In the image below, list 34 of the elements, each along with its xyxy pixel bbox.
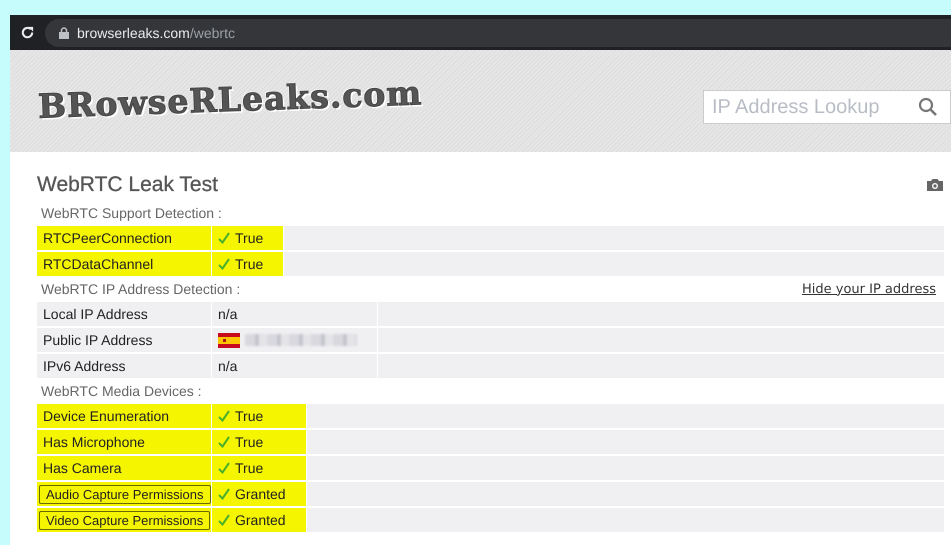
row-label: Has Microphone: [43, 434, 145, 450]
search-icon[interactable]: [918, 97, 938, 117]
row-value: True: [235, 460, 264, 476]
search-field[interactable]: IP Address Lookup: [703, 90, 951, 124]
row-value: True: [235, 434, 264, 450]
page-title: WebRTC Leak Test: [37, 173, 218, 197]
row-label: Has Camera: [43, 460, 122, 476]
section-title: WebRTC Support Detection :: [41, 205, 222, 221]
row-value: Granted: [235, 512, 286, 528]
site-logo[interactable]: BRowseRLeaks.com: [37, 72, 423, 126]
address-bar[interactable]: browserleaks.com/webrtc: [45, 18, 951, 46]
row-value: True: [235, 256, 264, 272]
flag-icon: [218, 332, 240, 348]
row-value: n/a: [218, 306, 238, 322]
section-title: WebRTC Media Devices :: [41, 383, 202, 399]
row-label: Video Capture Permissions: [39, 510, 210, 530]
row-label: RTCPeerConnection: [43, 230, 172, 246]
lock-icon: [59, 26, 69, 38]
row-value: True: [235, 230, 264, 246]
row-label: Device Enumeration: [43, 408, 170, 424]
url-host: browserleaks.com: [77, 24, 190, 40]
row-label: Local IP Address: [43, 306, 148, 322]
section-title: WebRTC IP Address Detection :: [41, 281, 240, 297]
row-label: RTCDataChannel: [43, 256, 154, 272]
row-value: n/a: [218, 358, 238, 374]
camera-icon[interactable]: [926, 178, 944, 192]
reload-icon[interactable]: [20, 25, 35, 40]
row-value: True: [235, 408, 264, 424]
url-path: /webrtc: [190, 24, 235, 40]
row-label: Public IP Address: [43, 332, 152, 348]
row-label: IPv6 Address: [43, 358, 126, 374]
row-value: Granted: [235, 486, 286, 502]
hide-ip-link[interactable]: Hide your IP address: [802, 282, 936, 296]
row-label: Audio Capture Permissions: [39, 484, 211, 504]
